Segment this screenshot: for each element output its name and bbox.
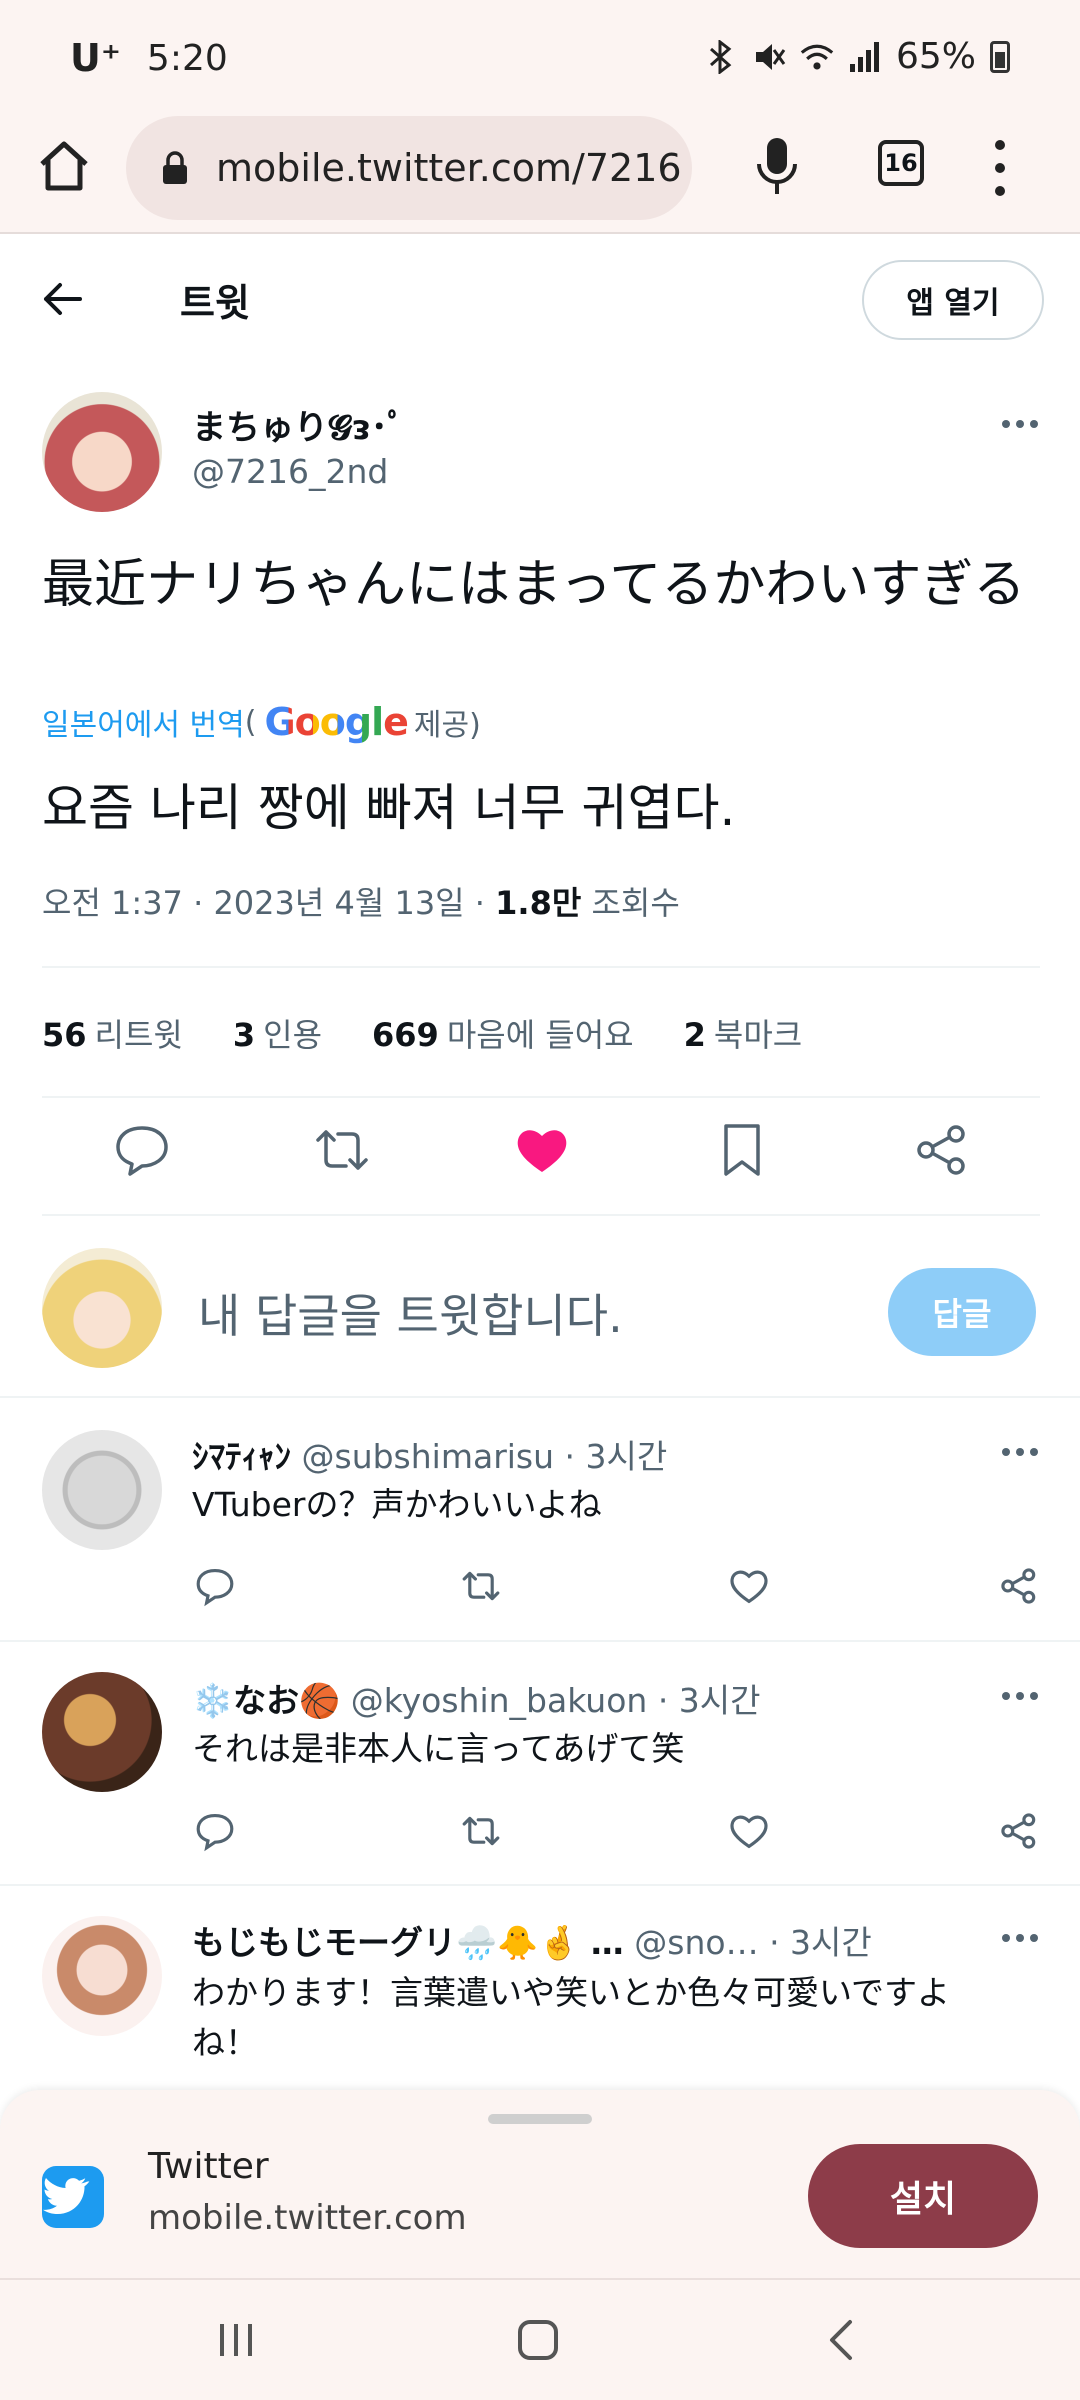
recent-apps-icon[interactable] <box>206 2310 266 2370</box>
reply-retweet-icon[interactable] <box>460 1810 502 1852</box>
translated-text: 요즘 나리 짱에 빠져 너무 귀엽다. <box>42 779 736 837</box>
divider <box>0 1884 1080 1886</box>
reply-avatar[interactable] <box>42 1916 162 2036</box>
my-avatar <box>42 1248 162 1368</box>
open-app-button[interactable]: 앱 열기 <box>862 260 1044 340</box>
reply-header: もじもじモーグリ🌧️🐥🤞 … @sno… · 3시간 <box>192 1916 872 1964</box>
tweet-date[interactable]: 2023년 4월 13일 <box>213 884 464 922</box>
reply-more-icon[interactable] <box>1002 1448 1038 1458</box>
install-app-banner: Twitter mobile.twitter.com 설치 <box>0 2090 1080 2278</box>
reply-author-name[interactable]: ｼﾏﾃｨｬﾝ <box>192 1437 291 1476</box>
install-button[interactable]: 설치 <box>808 2144 1038 2248</box>
google-logo: Google <box>264 700 408 744</box>
translate-link[interactable]: 일본어에서 번역 <box>42 700 245 744</box>
signal-icon <box>848 40 882 74</box>
reply-reply-icon[interactable] <box>194 1565 236 1607</box>
translate-open-paren: ( <box>244 704 257 740</box>
reply-text: VTuberの？声かわいいよね <box>192 1485 602 1524</box>
author-name[interactable]: まちゅり𝓖ᴈ･ﾟ <box>192 400 405 449</box>
twitter-header: 트윗 앱 열기 <box>0 236 1080 362</box>
tweet-stats: 56 리트윗 3 인용 669 마음에 들어요 2 북마크 <box>42 1010 852 1056</box>
carrier-label: U⁺ <box>70 36 121 80</box>
retweets-stat[interactable]: 56 리트윗 <box>42 1010 183 1056</box>
reply-composer-input[interactable]: 내 답글을 트윗합니다. <box>198 1280 623 1346</box>
reply-header: ❄️なお🏀 @kyoshin_bakuon · 3시간 <box>192 1674 761 1722</box>
divider <box>42 1096 1040 1098</box>
reply-icon[interactable] <box>112 1120 172 1180</box>
url-text: mobile.twitter.com/7216 <box>216 146 682 190</box>
views-count: 1.8만 <box>495 884 582 922</box>
reply-author-handle[interactable]: @sno… <box>634 1923 758 1962</box>
mute-icon <box>752 40 786 74</box>
views-label: 조회수 <box>591 884 680 922</box>
sheet-drag-handle[interactable] <box>488 2114 592 2124</box>
reply-avatar[interactable] <box>42 1430 162 1550</box>
reply-like-icon[interactable] <box>728 1565 770 1607</box>
bookmark-icon[interactable] <box>712 1120 772 1180</box>
translation-credit: 일본어에서 번역 ( Google 제공) <box>42 700 481 744</box>
address-bar[interactable]: mobile.twitter.com/7216 <box>126 116 692 220</box>
tab-switcher-button[interactable]: 16 <box>878 140 924 186</box>
browser-toolbar: mobile.twitter.com/7216 16 <box>0 116 1080 234</box>
back-nav-icon[interactable] <box>812 2310 872 2370</box>
bookmarks-stat[interactable]: 2 북마크 <box>684 1010 803 1056</box>
microphone-icon[interactable] <box>752 134 802 200</box>
status-bar: U⁺ 5:20 65% <box>0 0 1080 116</box>
author-handle[interactable]: @7216_2nd <box>192 452 388 491</box>
reply-text: わかります！言葉遣いや笑いとか色々可愛いですよね！ <box>192 1973 951 2062</box>
tweet-more-icon[interactable] <box>1002 420 1038 430</box>
reply-header: ｼﾏﾃｨｬﾝ @subshimarisu · 3시간 <box>192 1430 667 1478</box>
home-nav-icon[interactable] <box>508 2310 568 2370</box>
translate-provider: 제공) <box>413 708 481 743</box>
reply-more-icon[interactable] <box>1002 1934 1038 1944</box>
reply-submit-button[interactable]: 답글 <box>888 1268 1036 1356</box>
divider <box>42 966 1040 968</box>
bluetooth-icon <box>704 39 738 74</box>
reply-author-handle[interactable]: @subshimarisu <box>302 1437 555 1476</box>
tweet-meta: 오전 1:37 · 2023년 4월 13일 · 1.8만 조회수 <box>42 884 680 922</box>
reply-time: · 3시간 <box>564 1437 668 1476</box>
lock-icon <box>162 151 188 185</box>
reply-text: それは是非本人に言ってあげて笑 <box>192 1729 685 1768</box>
system-nav-bar <box>0 2278 1080 2400</box>
reply-author-name[interactable]: もじもじモーグリ🌧️🐥🤞 … <box>192 1923 624 1962</box>
tweet-actions <box>0 1120 1080 1200</box>
reply-author-name[interactable]: ❄️なお🏀 <box>192 1681 340 1720</box>
twitter-bird-icon <box>42 2166 104 2228</box>
battery-percent: 65% <box>895 36 976 77</box>
wifi-icon <box>800 40 834 74</box>
retweet-icon[interactable] <box>312 1120 372 1180</box>
reply-retweet-icon[interactable] <box>460 1565 502 1607</box>
app-url: mobile.twitter.com <box>148 2198 467 2238</box>
home-icon[interactable] <box>34 136 94 196</box>
like-icon[interactable] <box>512 1120 572 1180</box>
divider <box>0 1640 1080 1642</box>
divider <box>0 1396 1080 1398</box>
reply-reply-icon[interactable] <box>194 1810 236 1852</box>
divider <box>42 1214 1040 1216</box>
reply-author-handle[interactable]: @kyoshin_bakuon <box>351 1681 648 1720</box>
reply-share-icon[interactable] <box>998 1565 1040 1607</box>
reply-share-icon[interactable] <box>998 1810 1040 1852</box>
reply-time: · 3시간 <box>657 1681 761 1720</box>
author-avatar[interactable] <box>42 392 162 512</box>
quotes-stat[interactable]: 3 인용 <box>233 1010 322 1056</box>
reply-time: · 3시간 <box>769 1923 872 1962</box>
tweet-time[interactable]: 오전 1:37 <box>42 884 183 922</box>
reply-like-icon[interactable] <box>728 1810 770 1852</box>
battery-icon <box>990 40 1010 73</box>
back-arrow-icon[interactable] <box>40 276 86 322</box>
reply-more-icon[interactable] <box>1002 1692 1038 1702</box>
reply-avatar[interactable] <box>42 1672 162 1792</box>
browser-menu-icon[interactable] <box>990 140 1010 196</box>
app-name: Twitter <box>148 2146 269 2187</box>
likes-stat[interactable]: 669 마음에 들어요 <box>372 1010 634 1056</box>
share-icon[interactable] <box>912 1120 972 1180</box>
tweet-text: 最近ナリちゃんにはまってるかわいすぎる <box>42 555 1026 615</box>
clock: 5:20 <box>146 37 228 79</box>
page-title: 트윗 <box>180 281 250 325</box>
